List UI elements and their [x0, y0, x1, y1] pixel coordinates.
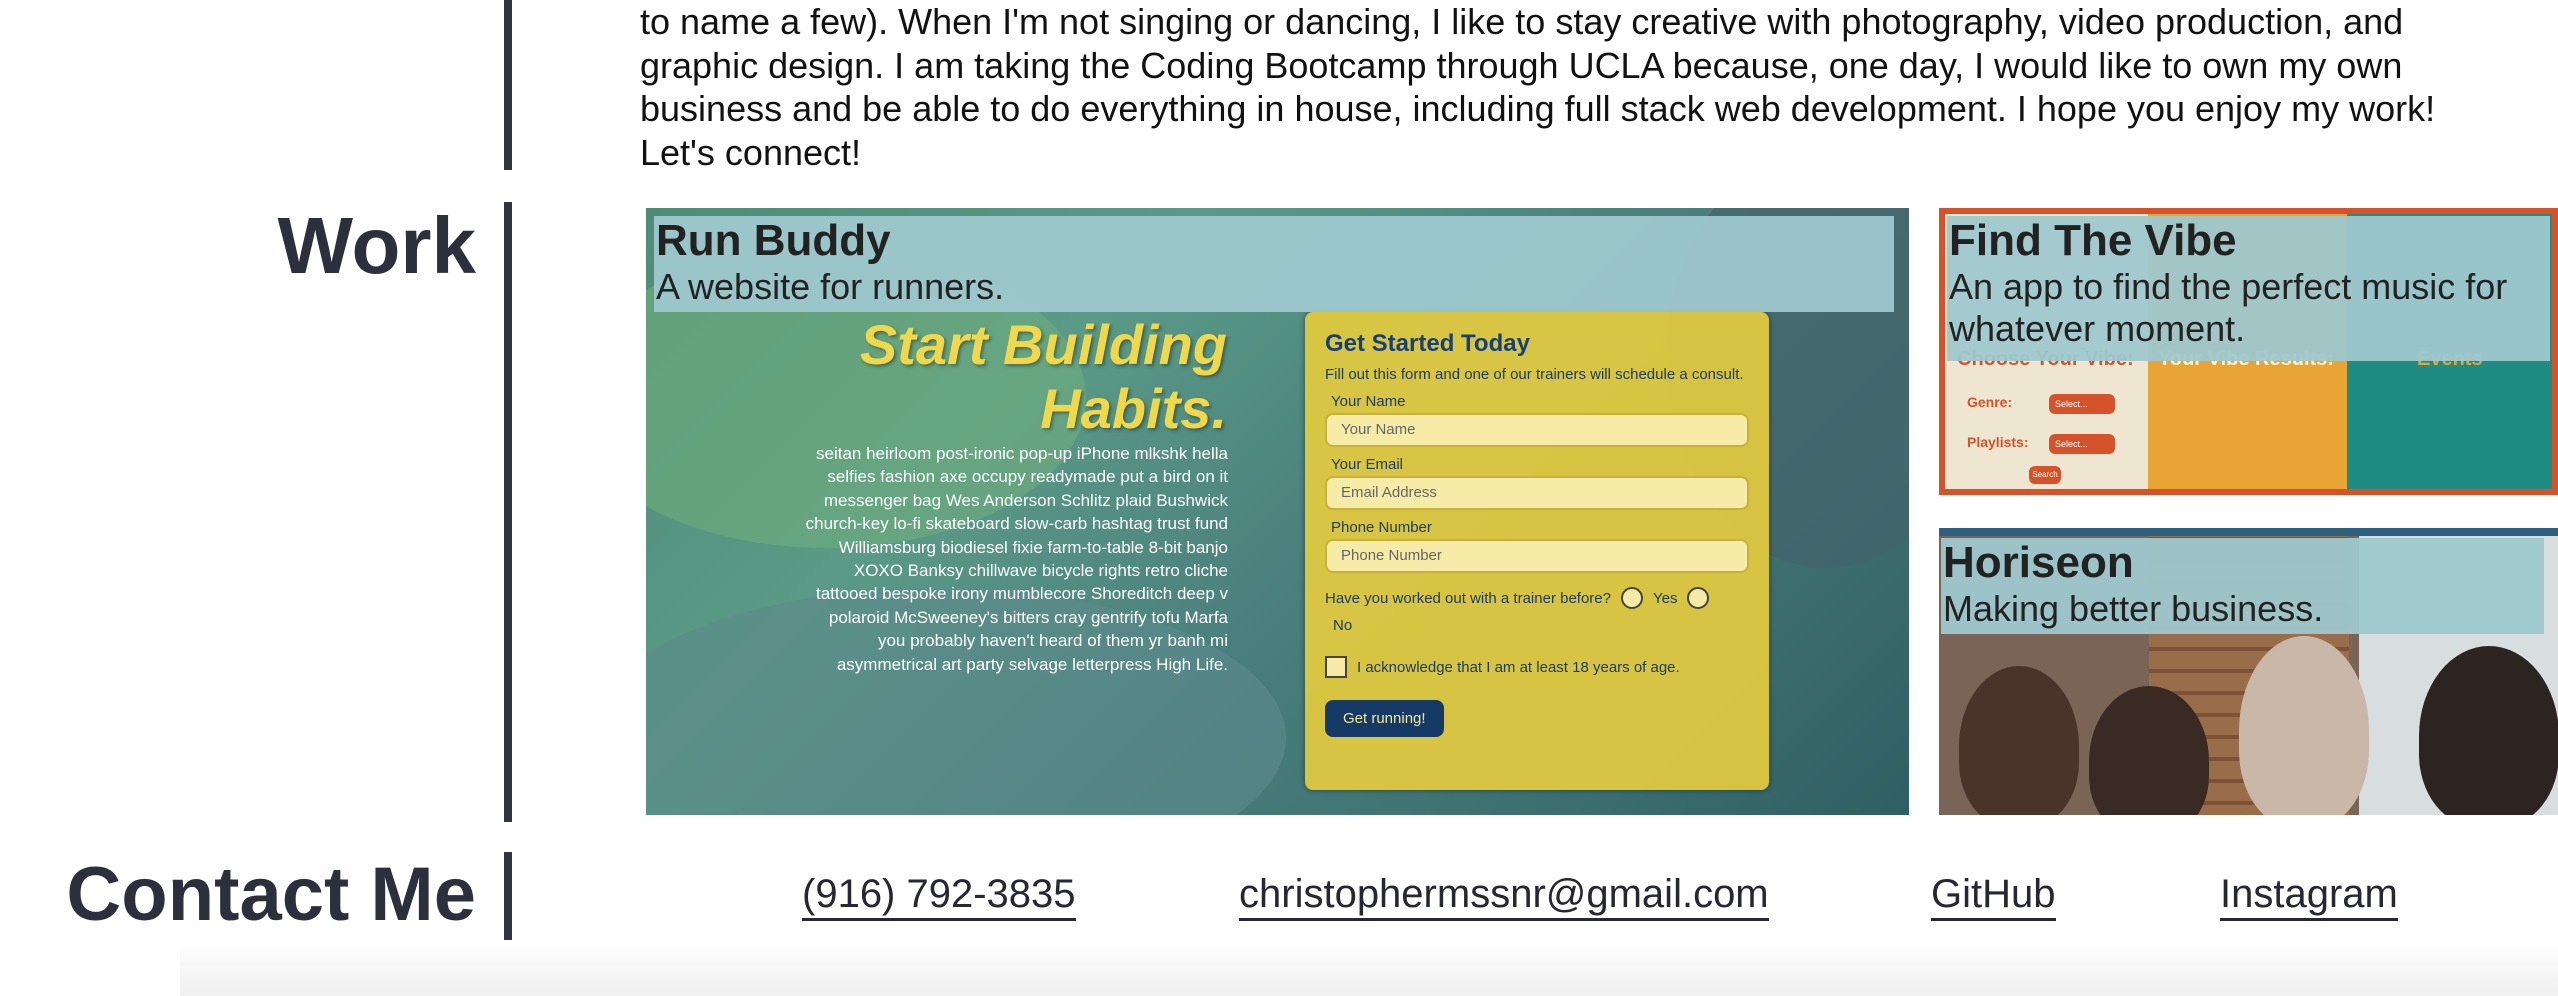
no-label: No [1333, 617, 1353, 634]
project-caption: Find The Vibe An app to find the perfect… [1947, 216, 2550, 361]
project-caption: Run Buddy A website for runners. [654, 216, 1894, 312]
phone-input: Phone Number [1325, 539, 1749, 573]
form-title: Get Started Today [1325, 330, 1530, 357]
ftv-search-button: Search [2029, 466, 2061, 484]
project-description: An app to find the perfect music for wha… [1949, 266, 2508, 349]
about-line: business and be able to do everything in… [640, 88, 2436, 129]
about-divider [504, 0, 512, 170]
project-title: Find The Vibe [1949, 216, 2237, 265]
no-radio [1687, 587, 1710, 609]
yes-label: Yes [1653, 589, 1678, 607]
trainer-question: Have you worked out with a trainer befor… [1325, 589, 1611, 607]
ftv-playlists-select: Select... [2049, 434, 2115, 454]
about-line: graphic design. I am taking the Coding B… [640, 44, 2403, 86]
ftv-playlists-label: Playlists: [1967, 434, 2029, 450]
email-input: Email Address [1325, 476, 1749, 510]
run-buddy-headline: Start Building Habits. [727, 313, 1227, 441]
yes-radio [1621, 587, 1643, 609]
project-title: Horiseon [1943, 538, 2134, 587]
run-buddy-body-text: seitan heirloom post-ironic pop-up iPhon… [805, 444, 1228, 674]
email-link[interactable]: christophermssnr@gmail.com [1239, 870, 1769, 921]
project-caption: Horiseon Making better business. [1941, 538, 2544, 634]
acknowledge-checkbox [1325, 656, 1347, 678]
ftv-genre-select: Select... [2049, 394, 2115, 414]
horiseon-person [2239, 636, 2369, 815]
project-title: Run Buddy [656, 216, 891, 265]
contact-heading: Contact Me [66, 852, 476, 937]
acknowledge-label: I acknowledge that I am at least 18 year… [1357, 658, 1680, 676]
project-description: A website for runners. [656, 266, 1005, 307]
headline-line: Start Building [859, 313, 1227, 376]
ftv-genre-label: Genre: [1967, 394, 2013, 410]
footer-shadow [180, 940, 2558, 996]
run-buddy-form: Get Started Today Fill out this form and… [1305, 312, 1769, 790]
contact-divider [504, 852, 512, 942]
project-card-run-buddy[interactable]: Start Building Habits. seitan heirloom p… [646, 208, 1909, 815]
name-input: Your Name [1325, 413, 1749, 447]
project-card-find-the-vibe[interactable]: Choose Your Vibe: Genre: Select... Playl… [1939, 208, 2558, 495]
trainer-question-row: Have you worked out with a trainer befor… [1325, 587, 1749, 609]
headline-line: Habits. [1040, 377, 1227, 440]
project-description: Making better business. [1943, 588, 2324, 629]
horiseon-person [1959, 666, 2079, 815]
horiseon-person [2419, 646, 2558, 815]
name-label: Your Name [1331, 393, 1406, 410]
project-card-horiseon[interactable]: Horiseon Making better business. [1939, 528, 2558, 815]
email-label: Your Email [1331, 456, 1403, 473]
about-line: to name a few). When I'm not singing or … [640, 1, 2404, 42]
phone-label: Phone Number [1331, 519, 1432, 536]
get-running-button: Get running! [1325, 700, 1444, 737]
about-line: Let's connect! [640, 131, 862, 173]
work-divider [504, 202, 512, 822]
phone-link[interactable]: (916) 792-3835 [802, 870, 1076, 921]
instagram-link[interactable]: Instagram [2220, 870, 2398, 921]
acknowledge-row: I acknowledge that I am at least 18 year… [1325, 656, 1749, 678]
about-paragraph: to name a few). When I'm not singing or … [640, 0, 2558, 174]
github-link[interactable]: GitHub [1931, 870, 2056, 921]
form-subtitle: Fill out this form and one of our traine… [1325, 366, 1744, 383]
work-heading: Work [277, 201, 476, 290]
